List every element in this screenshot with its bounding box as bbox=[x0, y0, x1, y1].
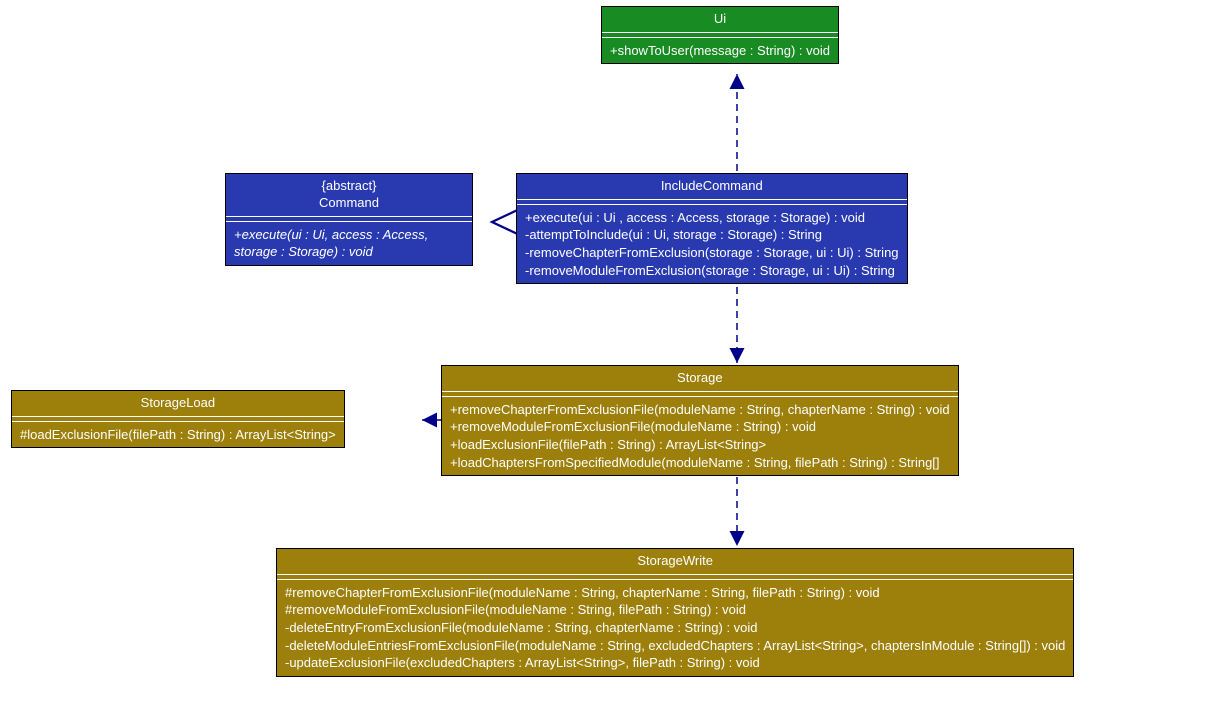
class-include-command: IncludeCommand +execute(ui : Ui , access… bbox=[516, 173, 908, 284]
class-storage-load-method: #loadExclusionFile(filePath : String) : … bbox=[20, 426, 336, 444]
class-storage-write-method: -deleteModuleEntriesFromExclusionFile(mo… bbox=[285, 637, 1065, 655]
class-storage-title: Storage bbox=[442, 366, 958, 392]
class-command-method: +execute(ui : Ui, access : Access, stora… bbox=[234, 226, 464, 261]
class-command: {abstract} Command +execute(ui : Ui, acc… bbox=[225, 173, 473, 266]
class-storage: Storage +removeChapterFromExclusionFile(… bbox=[441, 365, 959, 476]
class-storage-load: StorageLoad #loadExclusionFile(filePath … bbox=[11, 390, 345, 448]
class-storage-load-title: StorageLoad bbox=[12, 391, 344, 417]
class-command-stereotype: {abstract} bbox=[234, 178, 464, 195]
class-command-name: Command bbox=[319, 195, 379, 210]
class-storage-write-method: -deleteEntryFromExclusionFile(moduleName… bbox=[285, 619, 1065, 637]
class-storage-method: +removeChapterFromExclusionFile(moduleNa… bbox=[450, 401, 950, 419]
class-storage-write: StorageWrite #removeChapterFromExclusion… bbox=[276, 548, 1074, 677]
class-ui-method: +showToUser(message : String) : void bbox=[610, 42, 830, 60]
class-command-title: {abstract} Command bbox=[226, 174, 472, 217]
class-storage-write-method: #removeModuleFromExclusionFile(moduleNam… bbox=[285, 601, 1065, 619]
class-include-command-title: IncludeCommand bbox=[517, 174, 907, 200]
class-storage-method: +loadExclusionFile(filePath : String) : … bbox=[450, 436, 950, 454]
class-storage-write-method: -updateExclusionFile(excludedChapters : … bbox=[285, 654, 1065, 672]
class-include-command-method: -attemptToInclude(ui : Ui, storage : Sto… bbox=[525, 226, 899, 244]
class-storage-method: +loadChaptersFromSpecifiedModule(moduleN… bbox=[450, 454, 950, 472]
class-include-command-method: -removeChapterFromExclusion(storage : St… bbox=[525, 244, 899, 262]
class-storage-write-method: #removeChapterFromExclusionFile(moduleNa… bbox=[285, 584, 1065, 602]
class-storage-method: +removeModuleFromExclusionFile(moduleNam… bbox=[450, 418, 950, 436]
class-ui-title: Ui bbox=[602, 7, 838, 33]
class-ui: Ui +showToUser(message : String) : void bbox=[601, 6, 839, 64]
class-include-command-method: +execute(ui : Ui , access : Access, stor… bbox=[525, 209, 899, 227]
class-storage-write-title: StorageWrite bbox=[277, 549, 1073, 575]
class-include-command-method: -removeModuleFromExclusion(storage : Sto… bbox=[525, 262, 899, 280]
